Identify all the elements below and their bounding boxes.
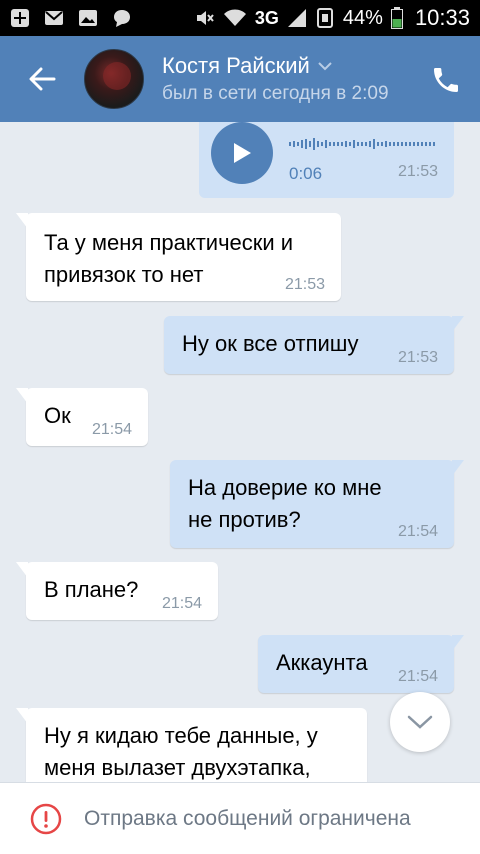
back-arrow-icon: [29, 67, 56, 91]
sim-icon: [316, 8, 333, 28]
clock: 10:33: [414, 5, 470, 30]
avatar[interactable]: [84, 49, 144, 109]
image-icon: [79, 10, 97, 26]
message-text: Ок: [44, 403, 71, 428]
message-text: Та у меня практически и привязок то нет: [44, 230, 294, 287]
message-incoming[interactable]: Та у меня практически и привязок то нет …: [16, 213, 341, 301]
contact-name: Костя Райский: [162, 53, 310, 78]
message-outgoing[interactable]: Ну ок все отпишу 21:53: [164, 316, 464, 374]
voice-message: 0:06 21:53: [199, 122, 454, 198]
status-bar: 3G 44% 10:33: [0, 0, 480, 36]
call-button[interactable]: [430, 64, 462, 96]
mail-icon: [45, 11, 63, 25]
message-time: 21:53: [284, 276, 325, 293]
chevron-down-icon: [407, 715, 433, 729]
message-text: В плане?: [44, 577, 139, 602]
battery-icon: [390, 7, 403, 29]
play-icon: [234, 143, 251, 163]
chat-icon: [114, 10, 130, 27]
chevron-down-icon: [318, 62, 332, 71]
message-time: 21:54: [161, 595, 202, 612]
message-incoming[interactable]: Ок 21:54: [16, 388, 148, 446]
message-text: Ну я кидаю тебе данные, у меня вылазет д…: [44, 723, 318, 780]
signal-icon: [287, 9, 306, 27]
message-time: 21:54: [397, 523, 438, 540]
play-button[interactable]: [211, 122, 273, 184]
message-text: Ну ок все отпишу: [182, 331, 359, 356]
waveform: [289, 138, 435, 150]
mute-icon: [196, 11, 214, 25]
restriction-notice: Отправка сообщений ограничена: [84, 806, 411, 830]
message-time: 21:53: [397, 349, 438, 366]
battery-percent: 44%: [342, 6, 383, 29]
wifi-icon: [223, 9, 246, 26]
message-time: 21:54: [397, 668, 438, 685]
chat-header: Костя Райский был в сети сегодня в 2:09: [0, 36, 480, 122]
message-text: Аккаунта: [276, 650, 368, 675]
message-time: 21:53: [397, 163, 438, 180]
voice-duration: 0:06: [289, 164, 323, 183]
warning-icon: [30, 803, 62, 834]
message-outgoing[interactable]: На доверие ко мне не против? 21:54: [170, 460, 464, 548]
contact-info[interactable]: Костя Райский был в сети сегодня в 2:09: [162, 53, 412, 105]
back-button[interactable]: [0, 36, 84, 122]
scroll-down-button[interactable]: [390, 692, 450, 752]
message-time: 21:54: [91, 421, 132, 438]
message-incoming[interactable]: В плане? 21:54: [16, 562, 218, 620]
input-restricted-bar: Отправка сообщений ограничена: [0, 782, 480, 854]
last-seen-status: был в сети сегодня в 2:09: [162, 83, 389, 104]
message-outgoing[interactable]: Аккаунта 21:54: [258, 635, 464, 693]
network-type: 3G: [254, 7, 279, 28]
add-notification-icon: [11, 9, 29, 27]
